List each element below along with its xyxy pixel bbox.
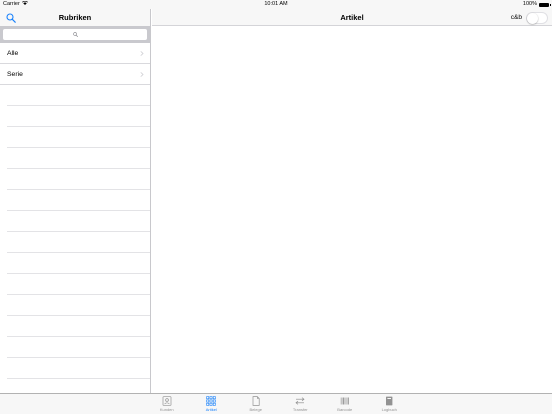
- empty-row: [7, 190, 150, 211]
- toggle-label: c&b: [510, 14, 522, 21]
- contacts-icon: [162, 396, 172, 406]
- list-item-alle[interactable]: Alle: [0, 43, 150, 64]
- transfer-icon: [295, 397, 305, 405]
- empty-row: [7, 85, 150, 106]
- document-icon: [252, 396, 260, 406]
- status-time: 10:01 AM: [264, 1, 288, 7]
- sidebar-nav-bar: Rubriken: [0, 9, 150, 26]
- tab-logbuch[interactable]: Logbuch: [367, 394, 412, 414]
- tab-label: Kunden: [159, 407, 174, 412]
- status-bar: Carrier 10:01 AM 100%: [0, 0, 552, 9]
- tab-label: Logbuch: [381, 407, 397, 412]
- search-input[interactable]: [3, 29, 147, 40]
- empty-row: [7, 253, 150, 274]
- search-field-icon: [72, 32, 78, 37]
- sidebar: Rubriken Alle Serie: [0, 9, 151, 393]
- empty-row: [7, 169, 150, 190]
- empty-row: [7, 316, 150, 337]
- empty-row: [7, 274, 150, 295]
- cb-toggle-switch[interactable]: [526, 12, 548, 24]
- tab-artikel[interactable]: Artikel: [189, 394, 234, 414]
- empty-row: [7, 127, 150, 148]
- page-title: Artikel: [340, 13, 364, 22]
- empty-row: [7, 337, 150, 358]
- chevron-right-icon: [140, 72, 144, 77]
- grid-icon: [206, 396, 216, 406]
- battery-status: 100%: [522, 0, 551, 9]
- category-list: Alle Serie: [0, 43, 150, 393]
- tab-label: Barcode: [337, 407, 353, 412]
- battery-icon: [539, 2, 551, 7]
- tab-barcode[interactable]: Barcode: [323, 394, 368, 414]
- list-item-serie[interactable]: Serie: [0, 64, 150, 85]
- tab-bar: Kunden Artikel Belege Transfer Barcode L…: [0, 393, 552, 414]
- tab-label: Belege: [249, 407, 262, 412]
- list-item-label: Alle: [7, 50, 19, 57]
- empty-row: [7, 106, 150, 127]
- chevron-right-icon: [140, 51, 144, 56]
- toggle-knob: [527, 13, 538, 24]
- tab-label: Artikel: [205, 407, 217, 412]
- empty-row: [7, 358, 150, 379]
- empty-row: [7, 295, 150, 316]
- tab-transfer[interactable]: Transfer: [278, 394, 323, 414]
- tab-kunden[interactable]: Kunden: [145, 394, 190, 414]
- detail-content: [152, 26, 552, 393]
- search-bar: [0, 26, 150, 43]
- tab-belege[interactable]: Belege: [234, 394, 279, 414]
- empty-row: [7, 232, 150, 253]
- barcode-icon: [340, 397, 349, 405]
- empty-row: [7, 148, 150, 169]
- battery-percent: 100%: [522, 1, 537, 7]
- tab-label: Transfer: [292, 407, 308, 412]
- detail-nav-bar: Artikel c&b: [152, 9, 552, 26]
- logbook-icon: [386, 396, 393, 406]
- empty-row: [7, 211, 150, 232]
- sidebar-title: Rubriken: [58, 13, 92, 22]
- list-item-label: Serie: [7, 71, 23, 78]
